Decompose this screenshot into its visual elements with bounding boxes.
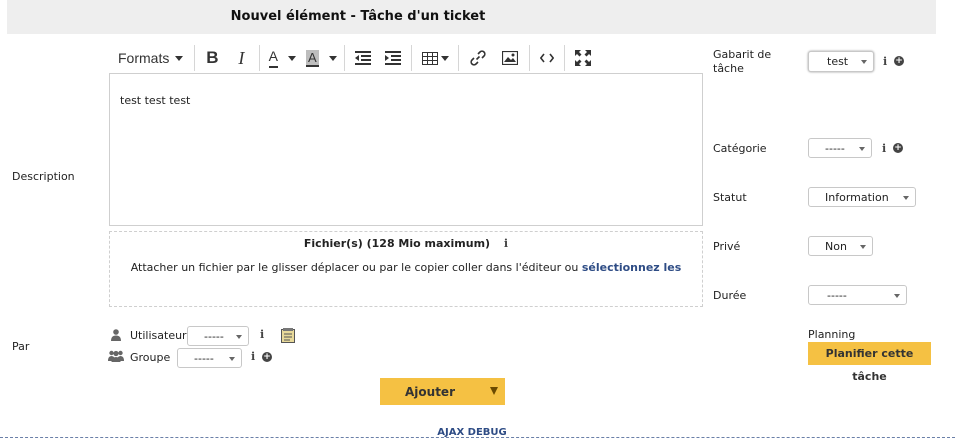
attachments-instruction: Attacher un fichier par le glisser dépla… (130, 261, 579, 274)
category-select[interactable]: ----- (808, 138, 872, 158)
add-button[interactable]: Ajouter (380, 378, 505, 405)
chevron-down-icon (860, 245, 866, 249)
attachments-title-row: Fichier(s) (128 Mio maximum) i (110, 237, 702, 250)
info-icon[interactable]: i (260, 328, 264, 341)
toolbar-separator (529, 45, 531, 71)
chevron-down-icon (288, 55, 297, 61)
italic-button[interactable]: I (226, 44, 256, 72)
toolbar-separator (344, 45, 346, 71)
chevron-down-icon (175, 55, 184, 61)
status-label: Statut (713, 191, 747, 204)
par-label: Par (12, 340, 30, 353)
description-label: Description (12, 170, 75, 183)
chevron-down-icon (440, 55, 449, 61)
link-icon (470, 50, 486, 66)
chevron-down-icon (861, 60, 867, 64)
user-label: Utilisateur (130, 329, 187, 342)
planning-label: Planning (808, 328, 856, 341)
dropdown-arrow-icon[interactable] (490, 387, 498, 395)
attachments-instruction-row: Attacher un fichier par le glisser dépla… (110, 261, 702, 274)
background-color-icon: A (306, 49, 319, 67)
duration-label: Durée (713, 289, 747, 302)
indent-icon (385, 51, 402, 65)
private-select-value: Non (825, 239, 847, 253)
chevron-down-icon (229, 357, 235, 361)
category-select-value: ----- (825, 141, 845, 155)
select-files-link[interactable]: sélectionnez les (582, 261, 681, 274)
notepad-icon[interactable] (281, 328, 295, 343)
file-dropzone[interactable]: Fichier(s) (128 Mio maximum) i Attacher … (109, 231, 703, 307)
image-icon (502, 51, 519, 65)
italic-icon: I (238, 47, 245, 68)
debug-divider (0, 437, 955, 438)
table-button[interactable] (415, 44, 455, 72)
toolbar-separator (194, 45, 196, 71)
chevron-down-icon (236, 335, 242, 339)
description-editor[interactable]: test test test (109, 73, 703, 226)
group-icon (108, 350, 124, 362)
attachments-title: Fichier(s) (128 Mio maximum) (303, 237, 491, 250)
chevron-down-icon (328, 55, 337, 61)
chevron-down-icon (859, 147, 865, 151)
toolbar-separator (564, 45, 566, 71)
link-button[interactable] (462, 44, 494, 72)
info-icon[interactable]: i (882, 142, 886, 155)
text-color-button[interactable]: A (263, 44, 301, 72)
table-icon (421, 51, 438, 65)
image-button[interactable] (494, 44, 526, 72)
formats-dropdown[interactable]: Formats (110, 44, 191, 72)
group-select-value: ----- (194, 351, 214, 365)
editor-toolbar: Formats B I A A (110, 43, 612, 73)
category-label: Catégorie (713, 142, 767, 155)
status-select[interactable]: Information (808, 187, 916, 207)
formats-label: Formats (118, 50, 170, 66)
indent-button[interactable] (378, 44, 408, 72)
add-button-label: Ajouter (405, 384, 455, 399)
info-icon[interactable]: i (883, 55, 887, 68)
fullscreen-button[interactable] (568, 44, 598, 72)
duration-select[interactable]: ----- (808, 285, 907, 305)
toolbar-separator (458, 45, 460, 71)
duration-select-value: ----- (827, 288, 847, 302)
outdent-button[interactable] (348, 44, 378, 72)
chevron-down-icon (903, 196, 909, 200)
add-template-icon[interactable]: + (894, 56, 904, 66)
fullscreen-icon (575, 50, 592, 66)
group-label: Groupe (130, 351, 171, 364)
code-icon (540, 53, 555, 63)
source-code-button[interactable] (533, 44, 561, 72)
private-select[interactable]: Non (808, 236, 873, 256)
info-icon[interactable]: i (504, 237, 508, 250)
editor-content[interactable]: test test test (120, 94, 190, 107)
bold-icon: B (206, 48, 219, 67)
user-select[interactable]: ----- (187, 326, 249, 346)
text-color-icon: A (268, 48, 279, 68)
chevron-down-icon (894, 294, 900, 298)
toolbar-separator (411, 45, 413, 71)
add-category-icon[interactable]: + (893, 143, 903, 153)
outdent-icon (355, 51, 372, 65)
template-select-value: test (827, 55, 849, 68)
form-title: Nouvel élément - Tâche d'un ticket (230, 9, 486, 24)
template-label: Gabarit de tâche (713, 48, 772, 75)
template-select[interactable]: test (808, 51, 874, 72)
bold-button[interactable]: B (198, 44, 226, 72)
status-select-value: Information (825, 190, 889, 204)
group-select[interactable]: ----- (177, 348, 242, 368)
toolbar-separator (259, 45, 261, 71)
user-icon (111, 329, 121, 341)
private-label: Privé (713, 240, 741, 253)
add-group-icon[interactable]: + (262, 352, 272, 362)
background-color-button[interactable]: A (301, 44, 341, 72)
user-select-value: ----- (204, 329, 224, 343)
info-icon[interactable]: i (251, 350, 255, 363)
schedule-task-button[interactable]: Planifier cette tâche (808, 342, 931, 383)
